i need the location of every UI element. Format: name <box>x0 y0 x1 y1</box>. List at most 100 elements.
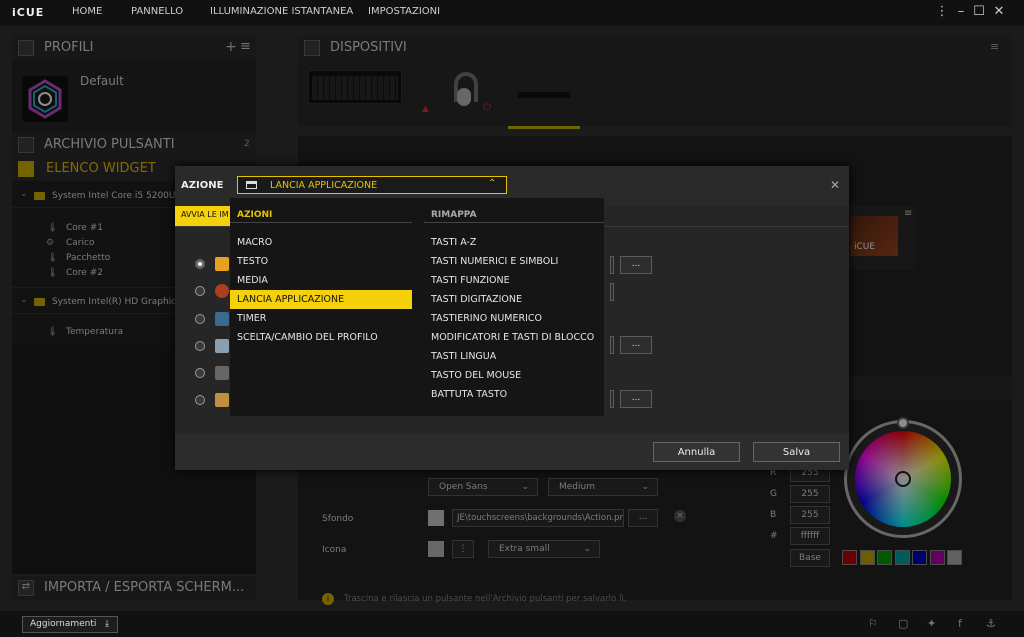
browse-button[interactable]: ... <box>620 336 652 354</box>
window-icon <box>246 181 257 189</box>
browse-button[interactable]: ... <box>620 256 652 274</box>
keyboard-device[interactable] <box>308 70 402 104</box>
sfondo-browse-button[interactable]: ... <box>628 509 658 527</box>
menu-icon[interactable]: ≡ <box>904 208 912 219</box>
facebook-icon[interactable]: f <box>958 617 962 630</box>
dialog-close-icon[interactable]: ✕ <box>830 178 840 192</box>
menu-item-macro[interactable]: MACRO <box>230 233 412 252</box>
icon-size-value: Extra small <box>499 544 550 554</box>
b-field[interactable]: 255 <box>790 506 830 524</box>
menu-item-tasti-lingua[interactable]: TASTI LINGUA <box>424 347 604 366</box>
radio-option[interactable] <box>195 341 205 351</box>
close-button[interactable]: ✕ <box>990 3 1008 21</box>
nav-home[interactable]: HOME <box>72 6 102 17</box>
more-icon[interactable]: ⋮ <box>452 540 474 558</box>
profile-name[interactable]: Default <box>80 74 124 88</box>
menu-item-lancia-applicazione[interactable]: LANCIA APPLICAZIONE <box>230 290 412 309</box>
menu-item-tasti-numerici[interactable]: TASTI NUMERICI E SIMBOLI <box>424 252 604 271</box>
radio-option[interactable] <box>195 368 205 378</box>
icon-size-select[interactable]: Extra small ⌄ <box>488 540 600 558</box>
chevron-down-icon: ⌄ <box>583 544 591 554</box>
chevron-down-icon: ⌄ <box>20 189 28 199</box>
azione-select[interactable]: LANCIA APPLICAZIONE ⌃ <box>237 176 507 194</box>
menu-item-tasti-digitazione[interactable]: TASTI DIGITAZIONE <box>424 290 604 309</box>
nav-illuminazione[interactable]: ILLUMINAZIONE ISTANTANEA <box>210 6 353 17</box>
color-swatch[interactable] <box>947 550 962 565</box>
color-swatch[interactable] <box>842 550 857 565</box>
sfondo-color-swatch[interactable] <box>428 510 444 526</box>
field-edge[interactable] <box>610 283 614 301</box>
divider <box>230 222 412 223</box>
menu-item-timer[interactable]: TIMER <box>230 309 412 328</box>
device-image <box>518 92 570 98</box>
maximize-button[interactable]: ☐ <box>970 3 988 21</box>
menu-item-media[interactable]: MEDIA <box>230 271 412 290</box>
title-bar: iCUE HOME PANNELLO ILLUMINAZIONE ISTANTA… <box>0 0 1024 26</box>
color-swatch[interactable] <box>877 550 892 565</box>
add-icon[interactable]: + <box>225 39 237 55</box>
folder-icon <box>34 192 45 200</box>
menu-item-testo[interactable]: TESTO <box>230 252 412 271</box>
color-picker-handle[interactable] <box>895 471 911 487</box>
tab-avvia[interactable]: AVVIA LE IM <box>175 206 235 226</box>
menu-item-tasti-funzione[interactable]: TASTI FUNZIONE <box>424 271 604 290</box>
menu-item-profilo[interactable]: SCELTA/CAMBIO DEL PROFILO <box>230 328 412 347</box>
color-swatch[interactable] <box>912 550 927 565</box>
field-edge[interactable] <box>610 336 614 354</box>
app-icon <box>215 257 229 271</box>
font-family-select[interactable]: Open Sans ⌄ <box>428 478 538 496</box>
app-icon <box>215 284 229 298</box>
hex-field[interactable]: ffffff <box>790 527 830 545</box>
minimize-button[interactable]: – <box>952 3 970 21</box>
g-field[interactable]: 255 <box>790 485 830 503</box>
radio-option[interactable] <box>195 314 205 324</box>
azione-label: AZIONE <box>181 180 224 191</box>
updates-button[interactable]: Aggiornamenti ⤓ <box>22 616 118 633</box>
azioni-list: MACRO TESTO MEDIA LANCIA APPLICAZIONE TI… <box>230 233 412 347</box>
cancel-button[interactable]: Annulla <box>653 442 740 462</box>
menu-icon[interactable]: ≡ <box>240 39 251 54</box>
menu-item-tastierino[interactable]: TASTIERINO NUMERICO <box>424 309 604 328</box>
browse-button[interactable]: ... <box>620 390 652 408</box>
path-field-edge[interactable] <box>610 256 614 274</box>
profile-icon <box>18 40 34 56</box>
menu-item-battuta-tasto[interactable]: BATTUTA TASTO <box>424 385 604 404</box>
b-label: B <box>770 510 777 520</box>
list-icon[interactable]: ≡ <box>990 40 999 53</box>
chevron-up-icon: ⌃ <box>488 178 497 189</box>
field-edge[interactable] <box>610 390 614 408</box>
chat-icon[interactable]: ▢ <box>898 617 908 630</box>
radio-option[interactable] <box>195 395 205 405</box>
font-weight-select[interactable]: Medium ⌄ <box>548 478 658 496</box>
radio-option[interactable] <box>195 259 205 269</box>
feedback-icon[interactable]: ⚐ <box>868 617 878 630</box>
profile-avatar-icon[interactable] <box>22 76 68 122</box>
menu-item-modificatori[interactable]: MODIFICATORI E TASTI DI BLOCCO <box>424 328 604 347</box>
profiles-header: PROFILI + ≡ <box>12 36 256 60</box>
base-button[interactable]: Base <box>790 549 830 567</box>
headset-device[interactable] <box>448 70 482 110</box>
archive-header[interactable]: ARCHIVIO PULSANTI 2 <box>12 133 256 157</box>
menu-item-tasto-mouse[interactable]: TASTO DEL MOUSE <box>424 366 604 385</box>
archive-count: 2 <box>244 139 250 149</box>
color-swatch[interactable] <box>929 550 945 565</box>
radio-option[interactable] <box>195 286 205 296</box>
clear-icon[interactable]: × <box>674 510 686 522</box>
menu-item-tasti-az[interactable]: TASTI A-Z <box>424 233 604 252</box>
sfondo-path-field[interactable]: JE\touchscreens\backgrounds\Action.png <box>452 509 624 527</box>
button-preview-card[interactable]: iCUE ≡ <box>846 206 916 270</box>
twitter-icon[interactable]: ✦ <box>927 617 936 630</box>
item-label: Pacchetto <box>66 253 111 263</box>
nav-impostazioni[interactable]: IMPOSTAZIONI <box>368 6 440 17</box>
touchscreen-device[interactable] <box>508 86 580 106</box>
hint-text: Trascina e rilascia un pulsante nell'Arc… <box>344 594 627 604</box>
import-export-bar[interactable]: ⇄ IMPORTA / ESPORTA SCHERM... <box>12 576 256 600</box>
nav-pannello[interactable]: PANNELLO <box>131 6 183 17</box>
more-icon[interactable]: ⋮ <box>933 3 951 21</box>
color-swatch[interactable] <box>859 550 875 565</box>
brightness-handle[interactable] <box>897 417 909 429</box>
color-swatch[interactable] <box>894 550 910 565</box>
icona-color-swatch[interactable] <box>428 541 444 557</box>
save-button[interactable]: Salva <box>753 442 840 462</box>
corsair-icon[interactable]: ⚓ <box>986 617 996 630</box>
